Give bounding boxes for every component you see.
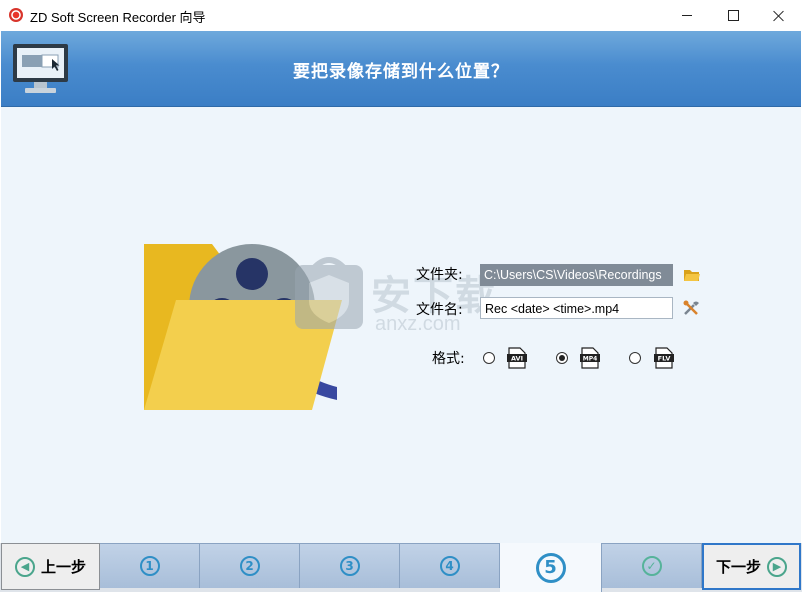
next-button[interactable]: 下一步 ▶	[702, 543, 801, 590]
page-title: 要把录像存储到什么位置？	[293, 62, 509, 82]
folder-path-field[interactable]: C:\Users\CS\Videos\Recordings	[480, 264, 673, 286]
shield-icon	[295, 257, 363, 329]
step-number: 1	[139, 556, 160, 576]
previous-button[interactable]: ◀ 上一步	[1, 543, 100, 590]
wizard-footer: ◀ 上一步 1 2 3 4 5 ✓ 下一步 ▶	[0, 543, 802, 592]
maximize-button[interactable]	[710, 0, 756, 31]
format-label: 格式:	[432, 351, 465, 367]
step-5-tab[interactable]: 5	[500, 543, 602, 592]
avi-format-label: AVI	[511, 355, 523, 363]
step-3-tab[interactable]: 3	[300, 543, 400, 588]
maximize-icon	[727, 10, 739, 21]
previous-label: 上一步	[40, 558, 86, 576]
format-avi-radio[interactable]	[483, 352, 495, 364]
close-icon	[773, 10, 785, 22]
checkmark-icon: ✓	[641, 556, 662, 576]
step-finish-tab[interactable]: ✓	[602, 543, 702, 588]
filename-label: 文件名:	[416, 302, 463, 318]
arrow-left-icon: ◀	[14, 556, 35, 577]
mp4-format-label: MP4	[583, 356, 598, 363]
step-number: 5	[535, 552, 566, 583]
step-number: 4	[439, 556, 460, 576]
step-4-tab[interactable]: 4	[400, 543, 500, 588]
close-button[interactable]	[756, 0, 802, 31]
wizard-content: 安下载 anxz.com 文件夹: C:\Users\CS\Videos\Rec…	[1, 107, 801, 543]
folder-icon[interactable]	[683, 267, 701, 283]
title-bar: ZD Soft Screen Recorder 向导	[0, 0, 802, 31]
next-label: 下一步	[715, 558, 761, 576]
avi-file-icon[interactable]: AVI	[507, 347, 527, 369]
step-1-tab[interactable]: 1	[100, 543, 200, 588]
folder-label: 文件夹:	[416, 267, 463, 283]
arrow-right-icon: ▶	[767, 556, 787, 577]
step-2-tab[interactable]: 2	[200, 543, 300, 588]
format-flv-radio[interactable]	[629, 352, 641, 364]
window-title: ZD Soft Screen Recorder 向导	[30, 10, 206, 25]
format-mp4-radio[interactable]	[556, 352, 568, 364]
flv-file-icon[interactable]: FLV	[654, 347, 674, 369]
filename-field[interactable]: Rec <date> <time>.mp4	[480, 297, 673, 319]
step-number: 3	[339, 556, 360, 576]
wizard-banner: 要把录像存储到什么位置？	[1, 31, 801, 107]
minimize-button[interactable]	[664, 0, 710, 31]
tools-icon[interactable]	[683, 300, 701, 316]
flv-format-label: FLV	[658, 355, 671, 363]
minimize-icon	[682, 15, 692, 16]
step-number: 2	[239, 556, 260, 576]
mp4-file-icon[interactable]: MP4	[580, 347, 600, 369]
record-icon	[9, 8, 23, 22]
